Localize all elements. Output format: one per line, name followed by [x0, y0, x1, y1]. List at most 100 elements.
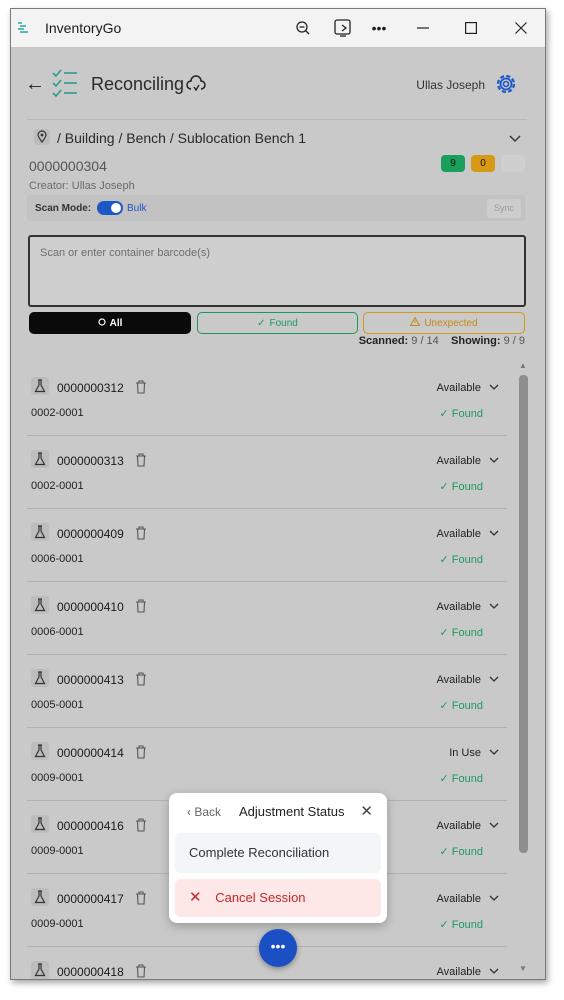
chevron-down-icon[interactable]: [489, 529, 499, 540]
barcode-input[interactable]: [28, 235, 526, 307]
title-bar: InventoryGo •••: [11, 9, 545, 47]
trash-icon[interactable]: [135, 672, 147, 686]
table-row[interactable]: 0000000409 0006-0001 Available ✓ Found: [27, 509, 507, 582]
found-label: Found: [451, 919, 483, 931]
cancel-session-button[interactable]: ✕ Cancel Session: [175, 879, 381, 917]
popup-title: Adjustment Status: [239, 804, 345, 819]
zoom-icon[interactable]: [289, 15, 317, 41]
check-icon: ✓: [439, 846, 452, 858]
status-dropdown[interactable]: In Use: [449, 747, 481, 759]
close-window-icon[interactable]: [507, 15, 535, 41]
found-label: Found: [451, 554, 483, 566]
scroll-up-icon[interactable]: ▲: [519, 361, 527, 370]
found-status: ✓ Found: [440, 480, 483, 493]
container-id: 0000000417: [57, 892, 124, 906]
found-count-badge: 9: [441, 155, 465, 172]
table-row[interactable]: 0000000312 0002-0001 Available ✓ Found: [27, 363, 507, 436]
location-pin-icon: [34, 129, 50, 145]
trash-icon[interactable]: [135, 818, 147, 832]
flask-icon: [31, 961, 49, 979]
status-dropdown[interactable]: Available: [437, 966, 481, 978]
app-logo-icon: [18, 22, 28, 33]
flask-icon: [31, 523, 49, 541]
found-status: ✓ Found: [440, 553, 483, 566]
check-icon: ✓: [257, 317, 266, 329]
scrollbar-thumb[interactable]: [519, 375, 528, 853]
scan-device-icon[interactable]: [329, 15, 357, 41]
check-icon: ✓: [439, 481, 452, 493]
chevron-down-icon[interactable]: [489, 456, 499, 467]
sync-button[interactable]: Sync: [487, 199, 521, 218]
complete-reconciliation-button[interactable]: Complete Reconciliation: [175, 833, 381, 873]
chevron-down-icon[interactable]: [489, 675, 499, 686]
container-location: 0009-0001: [31, 918, 84, 930]
table-row[interactable]: 0000000414 0009-0001 In Use ✓ Found: [27, 728, 507, 801]
flask-icon: [31, 377, 49, 395]
status-dropdown[interactable]: Available: [437, 893, 481, 905]
minimize-icon[interactable]: [409, 15, 437, 41]
filter-unexpected-button[interactable]: Unexpected: [363, 312, 525, 334]
scroll-down-icon[interactable]: ▼: [519, 964, 527, 973]
container-location: 0005-0001: [31, 699, 84, 711]
chevron-down-icon[interactable]: [489, 967, 499, 978]
cloud-sync-icon[interactable]: [186, 75, 206, 93]
maximize-icon[interactable]: [457, 15, 485, 41]
found-label: Found: [451, 846, 483, 858]
trash-icon[interactable]: [135, 964, 147, 978]
scan-mode-toggle[interactable]: [97, 201, 123, 215]
found-label: Found: [451, 773, 483, 785]
table-row[interactable]: 0000000413 0005-0001 Available ✓ Found: [27, 655, 507, 728]
more-options-icon[interactable]: •••: [365, 15, 393, 41]
container-location: 0009-0001: [31, 772, 84, 784]
check-icon: ✓: [439, 408, 452, 420]
gear-icon[interactable]: [493, 71, 519, 97]
scanned-label: Scanned:: [358, 335, 409, 347]
trash-icon[interactable]: [135, 380, 147, 394]
trash-icon[interactable]: [135, 745, 147, 759]
status-dropdown[interactable]: Available: [437, 820, 481, 832]
table-row[interactable]: 0000000313 0002-0001 Available ✓ Found: [27, 436, 507, 509]
check-icon: ✓: [439, 773, 452, 785]
status-dropdown[interactable]: Available: [437, 674, 481, 686]
container-id: 0000000413: [57, 673, 124, 687]
chevron-down-icon[interactable]: [489, 894, 499, 905]
container-location: 0006-0001: [31, 553, 84, 565]
filter-unexpected-label: Unexpected: [424, 317, 478, 329]
status-dropdown[interactable]: Available: [437, 601, 481, 613]
found-label: Found: [451, 627, 483, 639]
back-arrow-icon[interactable]: ←: [25, 73, 45, 96]
filter-found-button[interactable]: ✓ Found: [197, 312, 358, 334]
filter-all-label: All: [109, 317, 123, 329]
found-status: ✓ Found: [440, 918, 483, 931]
trash-icon[interactable]: [135, 891, 147, 905]
session-id: 0000000304: [29, 158, 107, 174]
trash-icon[interactable]: [135, 526, 147, 540]
check-icon: ✓: [439, 700, 452, 712]
trash-icon[interactable]: [135, 453, 147, 467]
flask-icon: [31, 742, 49, 760]
container-id: 0000000312: [57, 381, 124, 395]
filter-found-label: Found: [269, 317, 298, 329]
chevron-down-icon[interactable]: [509, 132, 521, 146]
scanned-value: 9 / 14: [411, 335, 439, 347]
trash-icon[interactable]: [135, 599, 147, 613]
container-id: 0000000418: [57, 965, 124, 979]
status-dropdown[interactable]: Available: [437, 455, 481, 467]
flask-icon: [31, 888, 49, 906]
close-icon[interactable]: ✕: [360, 802, 373, 820]
chevron-down-icon[interactable]: [489, 748, 499, 759]
chevron-down-icon[interactable]: [489, 602, 499, 613]
popup-back-button[interactable]: ‹ Back: [187, 805, 221, 819]
found-status: ✓ Found: [440, 407, 483, 420]
more-actions-fab[interactable]: •••: [259, 929, 297, 967]
status-dropdown[interactable]: Available: [437, 528, 481, 540]
cancel-session-label: Cancel Session: [215, 890, 306, 905]
filter-all-button[interactable]: All: [29, 312, 191, 334]
page-title: Reconciling: [91, 74, 185, 94]
showing-label: Showing:: [451, 335, 501, 347]
scan-mode-label: Scan Mode:: [35, 203, 92, 214]
status-dropdown[interactable]: Available: [437, 382, 481, 394]
chevron-down-icon[interactable]: [489, 383, 499, 394]
chevron-down-icon[interactable]: [489, 821, 499, 832]
table-row[interactable]: 0000000410 0006-0001 Available ✓ Found: [27, 582, 507, 655]
